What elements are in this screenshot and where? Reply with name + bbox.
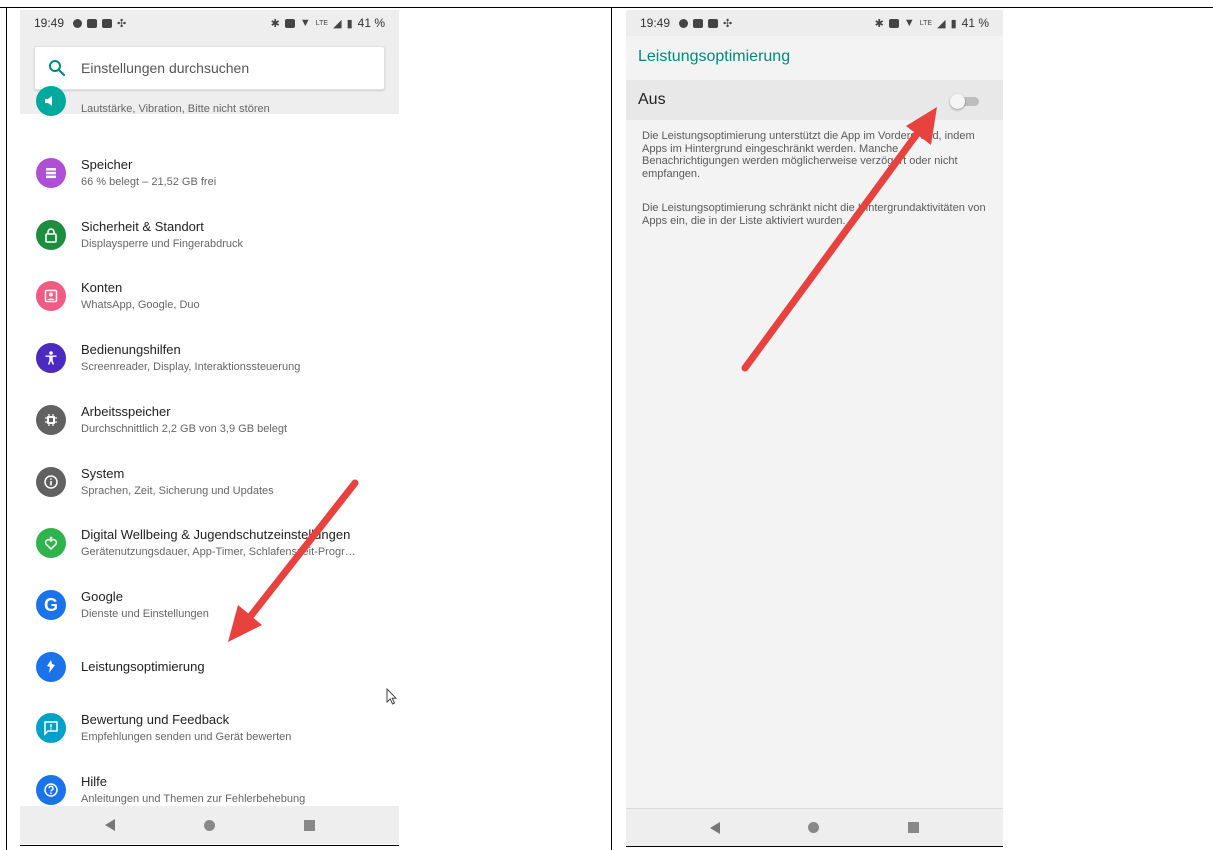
settings-item-title: System (81, 466, 125, 481)
settings-item-memory[interactable]: Arbeitsspeicher Durchschnittlich 2,2 GB … (20, 390, 399, 452)
back-button[interactable] (104, 819, 115, 831)
frame-top-line (0, 7, 1213, 8)
settings-item-title: Bedienungshilfen (81, 342, 181, 357)
network-label: LTE (315, 19, 329, 27)
settings-item-subtitle: 66 % belegt – 21,52 GB frei (81, 176, 217, 188)
settings-item-title: Sicherheit & Standort (81, 219, 204, 234)
signal-icon: ◢ (937, 17, 946, 30)
battery-icon: ▮ (950, 17, 957, 30)
wifi-icon: ▼ (903, 17, 915, 29)
optimization-icon (36, 652, 66, 682)
search-input[interactable] (79, 59, 323, 77)
notification-icon (679, 18, 689, 28)
settings-item-storage[interactable]: Speicher 66 % belegt – 21,52 GB frei (20, 143, 399, 205)
settings-item-performance-optimization[interactable]: Leistungsoptimierung (20, 637, 399, 699)
description-paragraph-1: Die Leistungsoptimierung unterstützt die… (642, 130, 975, 180)
navigation-bar (626, 808, 1003, 846)
storage-icon (36, 158, 66, 188)
mouse-cursor-icon (386, 688, 398, 705)
navigation-bar (20, 806, 399, 844)
settings-item-digital-wellbeing[interactable]: Digital Wellbeing & Jugendschutzeinstell… (20, 513, 399, 575)
settings-item-subtitle: Dienste und Einstellungen (81, 608, 209, 620)
frame-left-line (6, 7, 7, 850)
toggle-label: Aus (638, 91, 666, 108)
frame-bottom-line-left (20, 845, 399, 846)
settings-screen: 19:49 ✣ ✱ ▼ LTE ◢ ▮ 41 % Einstellungen d… (20, 10, 399, 844)
settings-item-title: Google (81, 589, 123, 604)
settings-item-system[interactable]: System Sprachen, Zeit, Sicherung und Upd… (20, 452, 399, 514)
fan-icon: ✣ (723, 17, 733, 30)
account-icon (36, 281, 66, 311)
youtube-icon (87, 18, 98, 28)
page-title: Leistungsoptimierung (638, 48, 791, 65)
google-icon: G (36, 590, 66, 620)
youtube-icon (708, 18, 719, 28)
nfc-icon (888, 18, 899, 28)
lock-icon (36, 220, 66, 250)
settings-item-title: Hilfe (81, 774, 108, 789)
settings-item-google[interactable]: G Google Dienste und Einstellungen (20, 575, 399, 637)
bluetooth-icon: ✱ (874, 17, 884, 30)
youtube-icon (693, 18, 704, 28)
settings-item-subtitle: Screenreader, Display, Interaktionssteue… (81, 361, 301, 373)
settings-item-title: Speicher (81, 157, 133, 172)
recent-apps-button[interactable] (303, 819, 315, 831)
status-time: 19:49 (34, 16, 65, 30)
optimization-switch[interactable] (950, 94, 979, 109)
recent-apps-button[interactable] (907, 822, 919, 833)
battery-level: 41 % (961, 16, 989, 30)
status-bar: 19:49 ✣ ✱ ▼ LTE ◢ ▮ 41 % (626, 10, 1003, 36)
frame-middle-line (611, 7, 612, 850)
home-button[interactable] (203, 819, 215, 831)
memory-icon (36, 405, 66, 435)
settings-item-subtitle: Displaysperre und Fingerabdruck (81, 238, 244, 250)
signal-icon: ◢ (333, 17, 342, 30)
battery-level: 41 % (357, 16, 385, 30)
fan-icon: ✣ (117, 17, 127, 30)
optimization-toggle-row[interactable]: Aus (626, 80, 1003, 120)
notification-icon (73, 18, 83, 28)
wifi-icon: ▼ (299, 17, 311, 29)
frame-bottom-line-right (626, 846, 1003, 847)
switch-thumb (950, 94, 965, 109)
settings-item-subtitle: WhatsApp, Google, Duo (81, 299, 200, 311)
settings-item-feedback[interactable]: Bewertung und Feedback Empfehlungen send… (20, 698, 399, 760)
settings-item-subtitle: Anleitungen und Themen zur Fehlerbehebun… (81, 793, 306, 805)
wellbeing-icon (36, 528, 66, 558)
settings-item-subtitle: Sprachen, Zeit, Sicherung und Updates (81, 485, 274, 497)
settings-item-title: Arbeitsspeicher (81, 404, 171, 419)
settings-item-accessibility[interactable]: Bedienungshilfen Screenreader, Display, … (20, 328, 399, 390)
youtube-icon (102, 18, 113, 28)
settings-item-security[interactable]: Sicherheit & Standort Displaysperre und … (20, 205, 399, 267)
settings-item-title: Bewertung und Feedback (81, 712, 230, 727)
nfc-icon (284, 18, 295, 28)
performance-optimization-screen: 19:49 ✣ ✱ ▼ LTE ◢ ▮ 41 % Leistungsoptimi… (626, 10, 1003, 846)
settings-item-title: Digital Wellbeing & Jugendschutzeinstell… (81, 527, 351, 542)
info-icon (36, 467, 66, 497)
settings-item-subtitle: Lautstärke, Vibration, Bitte nicht störe… (81, 103, 270, 115)
volume-icon (36, 86, 66, 116)
search-icon (35, 59, 79, 77)
settings-item-title: Leistungsoptimierung (81, 659, 205, 674)
search-bar[interactable] (34, 46, 385, 90)
status-bar: 19:49 ✣ ✱ ▼ LTE ◢ ▮ 41 % (20, 10, 399, 36)
feedback-icon (36, 713, 66, 743)
settings-item-title: Konten (81, 280, 123, 295)
description-paragraph-2: Die Leistungsoptimierung schränkt nicht … (642, 202, 986, 227)
settings-item-subtitle: Gerätenutzungsdauer, App-Timer, Schlafen… (81, 546, 356, 558)
help-icon (36, 775, 66, 805)
settings-item-subtitle: Empfehlungen senden und Gerät bewerten (81, 731, 292, 743)
status-time: 19:49 (640, 16, 671, 30)
back-button[interactable] (710, 821, 721, 834)
settings-item-accounts[interactable]: Konten WhatsApp, Google, Duo (20, 266, 399, 328)
settings-item-sound[interactable]: Lautstärke, Vibration, Bitte nicht störe… (20, 86, 399, 148)
accessibility-icon (36, 343, 66, 373)
network-label: LTE (919, 19, 933, 27)
settings-item-subtitle: Durchschnittlich 2,2 GB von 3,9 GB beleg… (81, 423, 288, 435)
bluetooth-icon: ✱ (270, 17, 280, 30)
battery-icon: ▮ (346, 17, 353, 30)
home-button[interactable] (808, 822, 820, 833)
